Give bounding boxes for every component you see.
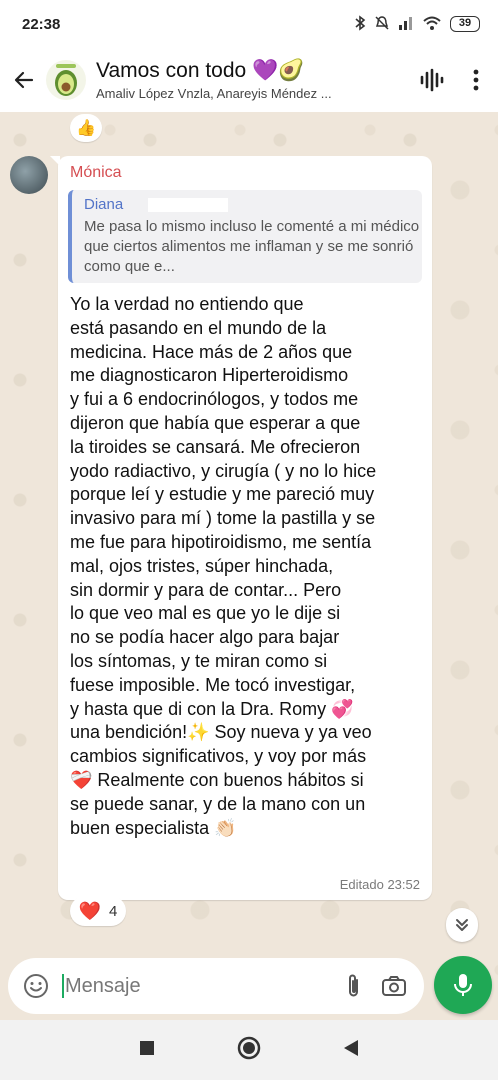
message-line: Yo la verdad no entiendo que	[70, 294, 304, 314]
status-time: 22:38	[22, 15, 61, 33]
message-line: la tiroides se cansará. Me ofrecieron	[70, 436, 361, 457]
nav-back-button[interactable]	[343, 1039, 359, 1062]
group-members: Amaliv López Vnzla, Anareyis Méndez ...	[96, 86, 332, 101]
message-input[interactable]: Mensaje	[52, 974, 334, 998]
message-line: fuese imposible. Me tocó investigar,	[70, 674, 356, 695]
group-title: Vamos con todo 💜🥑	[96, 59, 305, 82]
quote-author: Diana	[84, 196, 124, 213]
nav-circle-icon	[237, 1036, 261, 1059]
message-line: los síntomas, y te miran como si	[70, 650, 328, 671]
message-line: me fue para hipotiroidismo, me sentía	[70, 531, 372, 552]
heart-reaction: ❤️	[78, 900, 102, 921]
message-line: está pasando en el mundo de la	[70, 317, 327, 338]
message-line: se puede sanar, y de la mano con un	[70, 793, 366, 814]
text-caret	[62, 974, 64, 998]
emoji-icon	[24, 974, 48, 998]
mute-bell-icon	[374, 15, 390, 34]
emoji-button[interactable]	[20, 970, 52, 1002]
avocado-group-icon	[55, 64, 77, 96]
message-line: lo que veo mal es que yo le dije si	[70, 603, 341, 624]
battery-indicator: 39	[450, 16, 480, 32]
message-line: buen especialista 👏🏻	[70, 817, 237, 838]
quote-text: Me pasa lo mismo incluso le comenté a mi…	[84, 218, 420, 275]
status-bar: 22:38 39	[0, 0, 498, 48]
message-line: yodo radiactivo, y cirugía ( y no lo hic…	[70, 460, 377, 481]
more-options-button[interactable]	[454, 58, 498, 102]
message-line: y fui a 6 endocrinólogos, y todos me	[70, 389, 359, 410]
message-line: cambios significativos, y voy por más	[70, 746, 367, 767]
group-avatar[interactable]	[46, 60, 86, 100]
quoted-message[interactable]: Diana Me pasa lo mismo incluso le coment…	[68, 190, 422, 283]
paperclip-icon	[349, 974, 358, 997]
mic-icon	[454, 974, 472, 996]
back-button[interactable]	[2, 58, 46, 102]
wifi-icon	[422, 15, 442, 34]
message-line: invasivo para mí ) tome la pastilla y se	[70, 508, 376, 529]
signal-icon	[398, 15, 414, 34]
message-time: 23:52	[387, 877, 420, 892]
more-vert-icon	[473, 69, 479, 91]
chat-header: Vamos con todo 💜🥑 Amaliv López Vnzla, An…	[0, 48, 498, 112]
message-line: una bendición!✨ Soy nueva y ya veo	[70, 722, 372, 743]
message-line: porque leí y estudie y me pareció muy	[70, 484, 375, 505]
voice-chat-button[interactable]	[410, 58, 454, 102]
message-line: y hasta que di con la Dra. Romy 💞	[70, 698, 354, 719]
camera-icon	[382, 976, 406, 996]
mic-button[interactable]	[434, 956, 492, 1014]
redaction-block	[148, 198, 228, 212]
status-icons: 39	[354, 14, 480, 34]
audio-wave-icon	[420, 68, 444, 92]
message-line: medicina. Hace más de 2 años que	[70, 341, 353, 362]
message-bubble[interactable]: Mónica Diana Me pasa lo mismo incluso le…	[50, 156, 432, 900]
header-text[interactable]: Vamos con todo 💜🥑 Amaliv López Vnzla, An…	[96, 59, 410, 101]
message-placeholder: Mensaje	[65, 974, 141, 997]
previous-reaction[interactable]: 👍	[70, 114, 102, 142]
sender-avatar[interactable]	[10, 156, 48, 194]
sender-name[interactable]: Mónica	[70, 164, 422, 182]
bluetooth-icon	[354, 14, 366, 34]
edited-label: Editado	[339, 877, 384, 892]
camera-button[interactable]	[374, 966, 414, 1006]
attach-button[interactable]	[334, 966, 374, 1006]
nav-recents-button[interactable]	[139, 1040, 155, 1061]
message-line: me diagnosticaron Hiperteroidismo	[70, 365, 349, 386]
composer: Mensaje	[8, 958, 424, 1014]
message-meta: Editado 23:52	[340, 877, 420, 892]
system-nav-bar	[0, 1020, 498, 1080]
message-line: no se podía hacer algo para bajar	[70, 627, 340, 648]
chevron-double-down-icon	[456, 919, 468, 931]
reaction-count: 4	[109, 902, 118, 920]
scroll-to-bottom-button[interactable]	[446, 908, 478, 942]
message-text: Yo la verdad no entiendo que está pasando…	[68, 293, 418, 840]
nav-triangle-icon	[344, 1039, 358, 1056]
nav-square-icon	[140, 1040, 154, 1055]
message-line: ❤️‍🩹 Realmente con buenos hábitos si	[70, 769, 364, 790]
message-line: dijeron que había que esperar a que	[70, 412, 361, 433]
message-line: sin dormir y para de contar... Pero	[70, 579, 342, 600]
reaction-pill[interactable]: ❤️ 4	[70, 896, 126, 926]
back-arrow-icon	[14, 71, 34, 89]
message-line: mal, ojos tristes, súper hinchada,	[70, 555, 334, 576]
nav-home-button[interactable]	[237, 1036, 261, 1065]
